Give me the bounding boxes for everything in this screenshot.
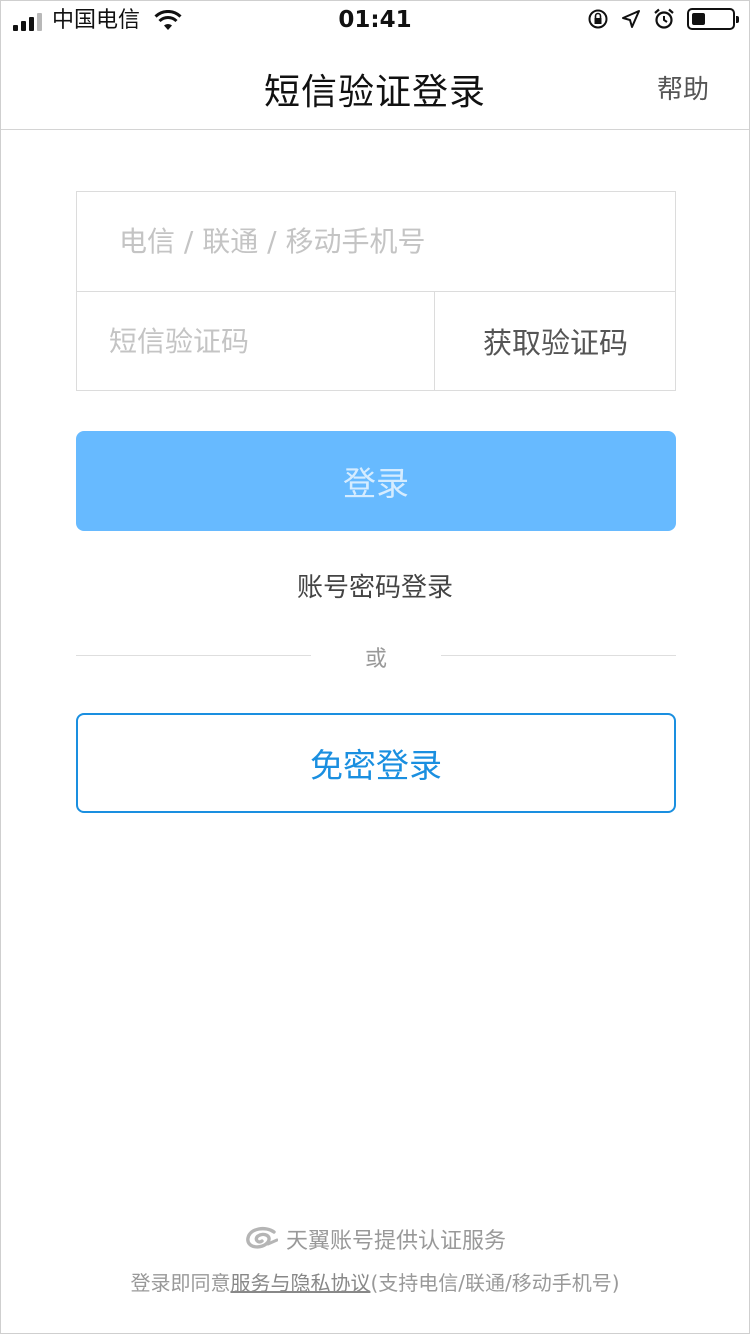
login-button[interactable]: 登录 (76, 431, 676, 531)
footer-brand-text: 天翼账号提供认证服务 (285, 1229, 506, 1254)
or-divider: 或 (76, 647, 676, 672)
page-title: 短信验证登录 (263, 72, 486, 113)
divider-line-right (441, 655, 676, 656)
password-login-link[interactable]: 账号密码登录 (1, 567, 749, 604)
service-privacy-agreement-link[interactable]: 服务与隐私协议 (230, 1271, 370, 1295)
status-right (587, 8, 739, 30)
terms-prefix: 登录即同意 (130, 1271, 231, 1295)
get-code-button[interactable]: 获取验证码 (436, 292, 675, 390)
footer-brand: 天翼账号提供认证服务 (1, 1223, 749, 1255)
divider-or-text: 或 (364, 647, 387, 672)
battery-level (692, 13, 705, 25)
status-bar: 中国电信 01:41 (1, 1, 749, 41)
sms-code-input[interactable] (77, 292, 435, 390)
alarm-icon (654, 8, 674, 29)
passwordless-login-button[interactable]: 免密登录 (76, 713, 676, 813)
login-form: 获取验证码 (76, 191, 676, 391)
help-button[interactable]: 帮助 (657, 69, 709, 106)
location-icon (622, 10, 640, 28)
rotation-lock-icon (588, 9, 608, 29)
navigation-bar: 短信验证登录 帮助 (1, 41, 749, 130)
phone-number-input[interactable] (77, 192, 675, 292)
battery-icon (687, 8, 739, 30)
tianyi-logo-icon (246, 1226, 278, 1249)
terms-suffix: (支持电信/联通/移动手机号) (370, 1271, 620, 1295)
footer-terms: 登录即同意服务与隐私协议(支持电信/联通/移动手机号) (1, 1267, 749, 1296)
